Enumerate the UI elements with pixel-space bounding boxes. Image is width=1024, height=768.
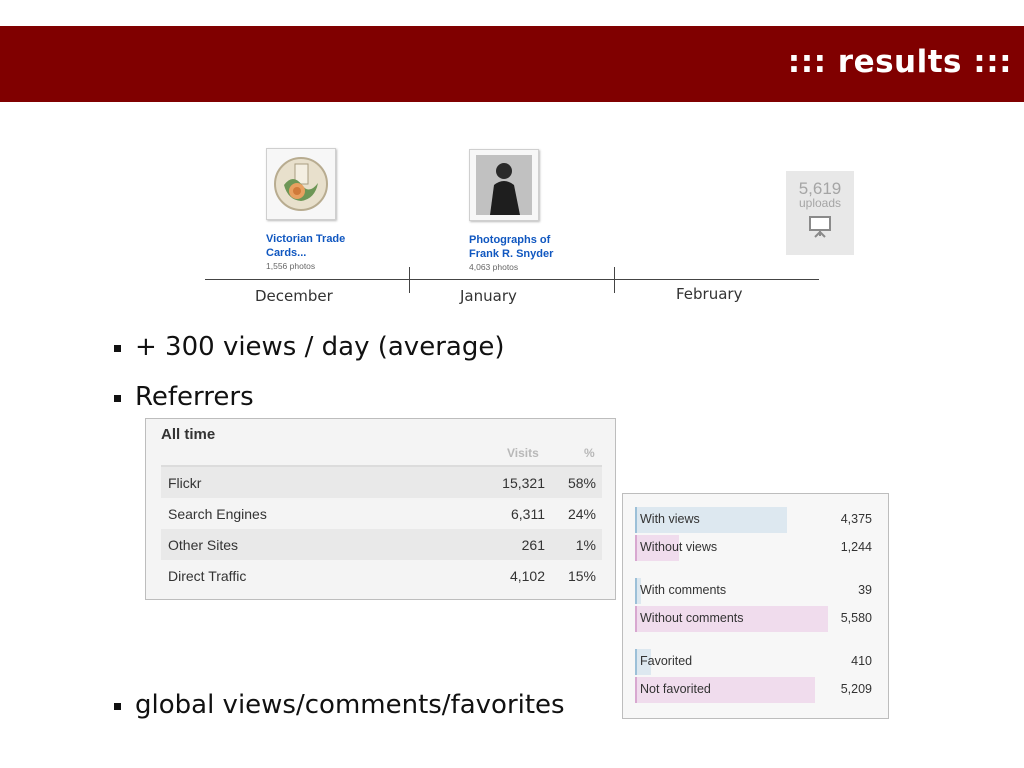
referrer-visits: 6,311 [511,505,545,522]
referrer-visits: 15,321 [502,474,545,491]
bullet-referrers: Referrers [114,382,254,412]
bullet-square-icon [114,394,121,402]
referrer-name: Flickr [168,474,202,491]
set-card-victorian[interactable]: Victorian Trade Cards... 1,556 photos [266,148,376,271]
global-stats-panel: With views 4,375 Without views 1,244 Wit… [622,493,889,719]
uploads-badge: 5,619 uploads [786,171,854,255]
bullet-views: + 300 views / day (average) [114,332,504,362]
stat-value: 39 [858,583,872,597]
timeline-axis [205,279,819,280]
stat-label: Without comments [640,611,744,625]
stat-value: 5,580 [840,611,872,625]
stat-row: With views 4,375 [635,507,875,533]
column-header-visits: Visits [507,446,539,460]
table-row: Other Sites 261 1% [161,529,602,560]
set-title-snyder[interactable]: Photographs of Frank R. Snyder [469,233,579,261]
column-header-percent: % [584,446,595,460]
stat-label: Not favorited [640,682,711,696]
stat-value: 5,209 [840,682,872,696]
bullet-global-text: global views/comments/favorites [135,690,565,720]
set-thumbnail-victorian[interactable] [266,148,336,220]
referrer-percent: 1% [575,536,596,553]
stat-row: With comments 39 [635,578,875,604]
stat-label: Without views [640,540,718,554]
table-row: Flickr 15,321 58% [161,465,602,498]
table-row: Search Engines 6,311 24% [161,498,602,529]
referrer-percent: 58% [567,474,596,491]
referrer-name: Search Engines [168,505,267,522]
stat-value: 4,375 [840,512,872,526]
uploads-number: 5,619 [798,179,842,198]
bullet-global: global views/comments/favorites [114,690,565,720]
bullet-views-text: + 300 views / day (average) [135,332,505,362]
uploads-label: uploads [798,196,842,210]
referrer-name: Other Sites [168,536,239,553]
set-title-victorian[interactable]: Victorian Trade Cards... [266,232,376,260]
stat-row: Favorited 410 [635,649,875,675]
referrers-title: All time [161,426,216,443]
month-label-january: January [460,287,517,305]
month-label-february: February [676,285,743,303]
stat-label: With views [640,512,700,526]
referrers-panel: All time Visits % Flickr 15,321 58% Sear… [145,418,616,600]
set-count-victorian: 1,556 photos [266,261,316,271]
referrer-percent: 15% [567,567,596,584]
stat-row: Without comments 5,580 [635,606,875,632]
portrait-photo-icon [476,155,532,215]
bullet-referrers-text: Referrers [135,382,254,412]
stat-label: Favorited [640,654,693,668]
slideshow-icon[interactable] [807,215,833,239]
timeline-tick [409,267,410,293]
stat-row: Without views 1,244 [635,535,875,561]
trade-card-image-icon [274,157,328,211]
stat-label: With comments [640,583,727,597]
bullet-square-icon [114,344,121,352]
referrers-table: Flickr 15,321 58% Search Engines 6,311 2… [161,465,602,591]
referrer-name: Direct Traffic [168,567,247,584]
table-row: Direct Traffic 4,102 15% [161,560,602,591]
referrer-visits: 4,102 [509,567,545,584]
stat-value: 410 [851,654,872,668]
stat-value: 1,244 [840,540,872,554]
referrer-percent: 24% [567,505,596,522]
stat-row: Not favorited 5,209 [635,677,875,703]
bullet-square-icon [114,702,121,710]
referrer-visits: 261 [521,536,545,553]
month-label-december: December [255,287,333,305]
set-thumbnail-snyder[interactable] [469,149,539,221]
set-count-snyder: 4,063 photos [469,262,519,272]
set-card-snyder[interactable]: Photographs of Frank R. Snyder 4,063 pho… [469,149,579,272]
page-title: ::: results ::: [787,44,1012,80]
timeline-tick [614,267,615,293]
